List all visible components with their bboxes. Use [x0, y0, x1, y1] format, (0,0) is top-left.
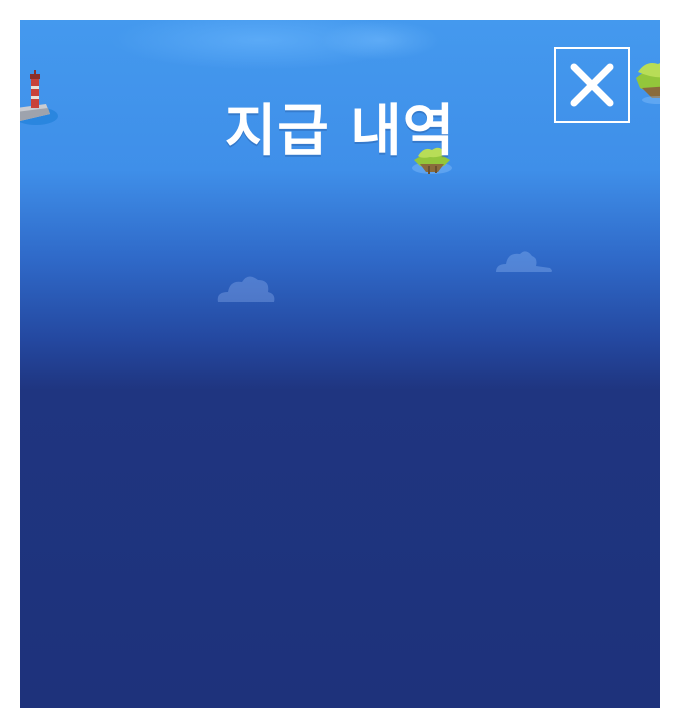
cloud-icon: [496, 251, 552, 272]
close-icon: [570, 63, 614, 107]
sky-haze: [320, 20, 440, 60]
popup-background: 지급 내역: [20, 20, 660, 708]
close-button[interactable]: [554, 47, 630, 123]
cloud-icon: [217, 276, 275, 302]
